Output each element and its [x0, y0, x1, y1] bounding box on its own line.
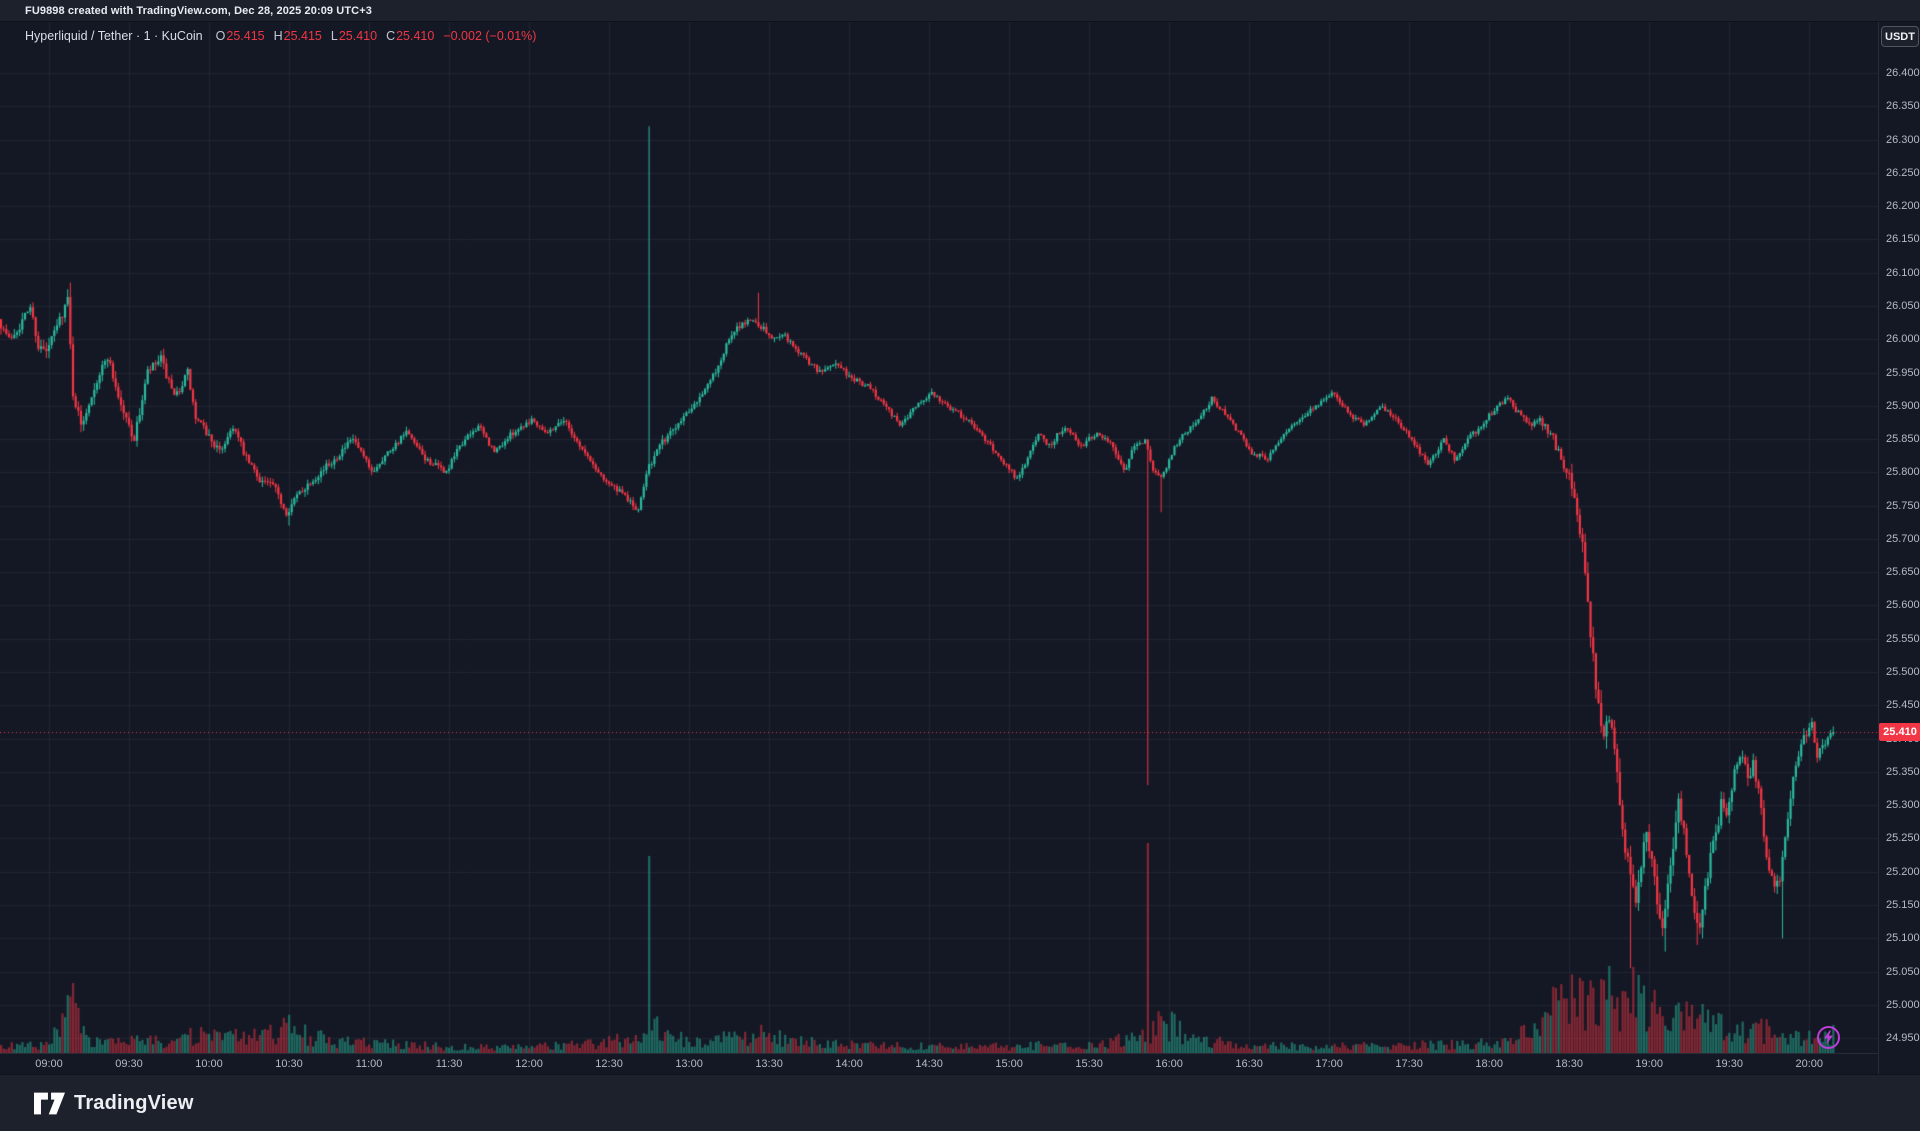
time-tick-label: 20:00: [1795, 1058, 1823, 1070]
tradingview-wordmark: TradingView: [74, 1091, 194, 1114]
price-tick-label: 25.800: [1886, 466, 1920, 479]
price-tick-label: 26.300: [1886, 133, 1920, 146]
time-tick-label: 10:30: [275, 1058, 303, 1070]
price-tick-label: 25.050: [1886, 965, 1920, 978]
time-tick-label: 13:00: [675, 1058, 703, 1070]
price-tick-label: 25.100: [1886, 932, 1920, 945]
ohlc-high: H25.415: [273, 29, 322, 43]
price-tick-label: 25.750: [1886, 499, 1920, 512]
price-tick-label: 25.200: [1886, 865, 1920, 878]
price-tick-label: 26.200: [1886, 200, 1920, 213]
time-tick-label: 12:00: [515, 1058, 543, 1070]
time-tick-label: 13:30: [755, 1058, 783, 1070]
price-tick-label: 25.700: [1886, 532, 1920, 545]
ohlc-open: O25.415: [215, 29, 265, 43]
attribution-text: FU9898 created with TradingView.com, Dec…: [25, 4, 372, 17]
ohlc-low: L25.410: [330, 29, 378, 43]
price-tick-label: 26.350: [1886, 100, 1920, 113]
tradingview-snapshot: FU9898 created with TradingView.com, Dec…: [0, 0, 1920, 1131]
price-tick-label: 25.300: [1886, 799, 1920, 812]
time-tick-label: 15:30: [1075, 1058, 1103, 1070]
time-tick-label: 16:30: [1235, 1058, 1263, 1070]
tradingview-glyph-icon: [34, 1092, 65, 1114]
last-price-label: 25.410: [1879, 723, 1920, 741]
candlestick-chart[interactable]: [0, 22, 1878, 1053]
lightning-icon: [1824, 1030, 1833, 1045]
price-change: −0.002 (−0.01%): [443, 29, 537, 43]
price-tick-label: 26.150: [1886, 233, 1920, 246]
tradingview-logo[interactable]: TradingView: [34, 1092, 194, 1115]
price-tick-label: 25.000: [1886, 998, 1920, 1011]
price-tick-label: 26.100: [1886, 266, 1920, 279]
time-tick-label: 16:00: [1155, 1058, 1183, 1070]
time-tick-label: 09:00: [35, 1058, 63, 1070]
price-tick-label: 25.500: [1886, 666, 1920, 679]
time-tick-label: 15:00: [995, 1058, 1023, 1070]
price-tick-label: 26.250: [1886, 166, 1920, 179]
footer: TradingView: [0, 1074, 1920, 1131]
time-tick-label: 14:00: [835, 1058, 863, 1070]
price-axis[interactable]: USDT 25.410 26.400 26.350 26.300 26.250 26.2…: [1878, 22, 1920, 1074]
time-tick-label: 10:00: [195, 1058, 223, 1070]
price-tick-label: 24.950: [1886, 1032, 1920, 1045]
price-tick-label: 26.050: [1886, 299, 1920, 312]
time-tick-label: 11:30: [435, 1058, 463, 1070]
time-tick-label: 17:30: [1395, 1058, 1423, 1070]
price-tick-label: 25.950: [1886, 366, 1920, 379]
price-tick-label: 25.900: [1886, 399, 1920, 412]
price-tick-label: 25.650: [1886, 566, 1920, 579]
time-tick-label: 19:00: [1635, 1058, 1663, 1070]
price-tick-label: 26.400: [1886, 67, 1920, 79]
time-tick-label: 17:00: [1315, 1058, 1343, 1070]
price-tick-label: 25.250: [1886, 832, 1920, 845]
time-axis[interactable]: 09:00 09:30 10:00 10:30 11:00 11:30 12:00 12:30…: [0, 1053, 1920, 1074]
time-tick-label: 18:30: [1555, 1058, 1583, 1070]
time-tick-label: 18:00: [1475, 1058, 1503, 1070]
time-tick-label: 19:30: [1715, 1058, 1743, 1070]
attribution-bar: FU9898 created with TradingView.com, Dec…: [0, 0, 1920, 22]
time-tick-label: 11:00: [355, 1058, 383, 1070]
time-tick-label: 12:30: [595, 1058, 623, 1070]
ohlc-close: C25.410: [386, 29, 435, 43]
symbol-title[interactable]: Hyperliquid / Tether · 1 · KuCoin: [25, 29, 203, 43]
price-tick-label: 25.450: [1886, 699, 1920, 712]
price-tick-label: 25.550: [1886, 632, 1920, 645]
instant-data-button[interactable]: [1817, 1026, 1840, 1049]
price-tick-label: 25.350: [1886, 765, 1920, 778]
chart-legend: Hyperliquid / Tether · 1 · KuCoin O25.41…: [25, 29, 536, 43]
price-tick-label: 25.850: [1886, 433, 1920, 446]
chart-panel: Hyperliquid / Tether · 1 · KuCoin O25.41…: [0, 22, 1920, 1074]
price-tick-label: 26.000: [1886, 333, 1920, 346]
price-tick-label: 25.150: [1886, 899, 1920, 911]
currency-button[interactable]: USDT: [1881, 26, 1919, 47]
price-tick-label: 25.600: [1886, 599, 1920, 612]
time-tick-label: 09:30: [115, 1058, 143, 1070]
time-tick-label: 14:30: [915, 1058, 943, 1070]
